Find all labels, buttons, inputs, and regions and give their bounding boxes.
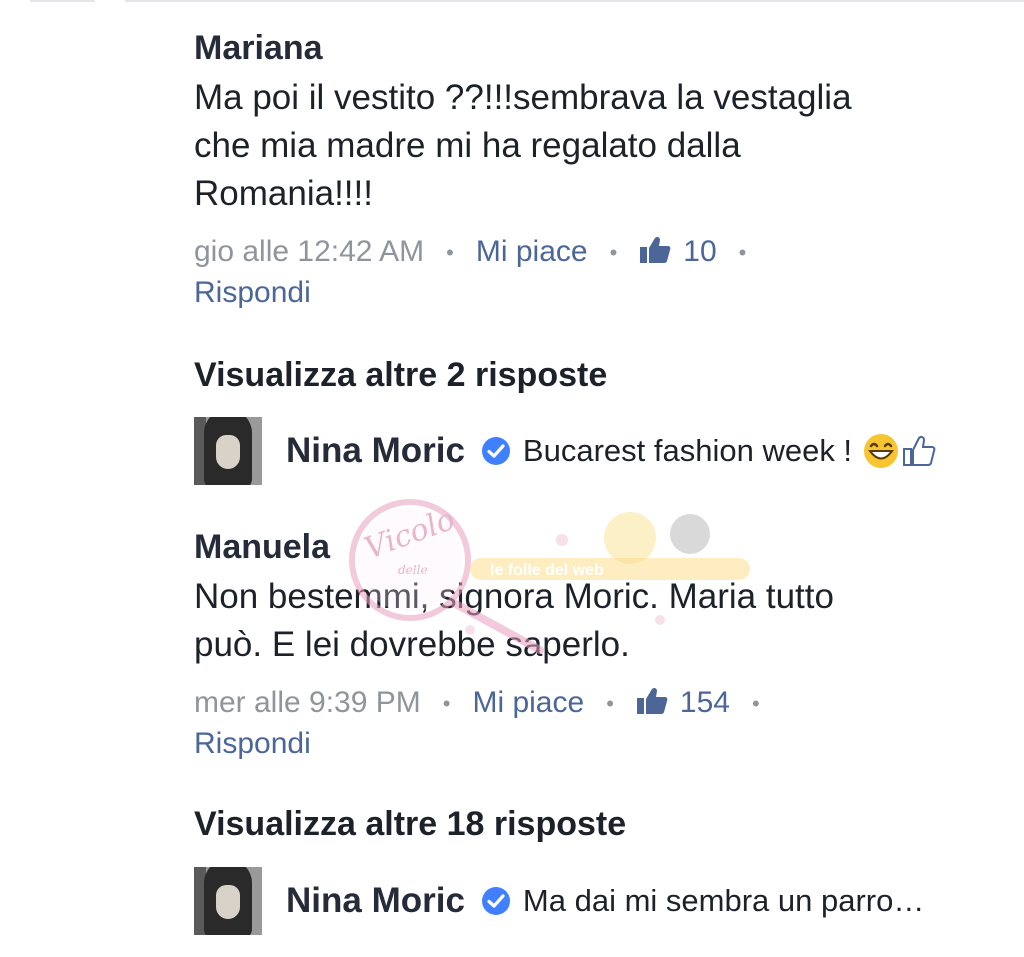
- reply-text: Ma dai mi sembra un parro…: [522, 883, 925, 918]
- view-more-replies-link[interactable]: Visualizza altre 2 risposte: [194, 355, 607, 395]
- comment-text-line: Ma poi il vestito ??!!!sembrava la vesta…: [194, 78, 852, 117]
- divider-gap: [0, 0, 30, 2]
- avatar[interactable]: [194, 867, 262, 935]
- divider-gap: [95, 0, 125, 2]
- verified-badge-icon: [481, 887, 510, 915]
- comment: Manuela Non bestemmi, signora Moric. Mar…: [194, 527, 974, 764]
- reply-button[interactable]: Rispondi: [194, 273, 974, 313]
- avatar-face: [216, 435, 240, 469]
- separator-dot: •: [442, 691, 451, 717]
- reply-author[interactable]: Nina Moric: [286, 431, 465, 471]
- thumbs-up-icon: [640, 236, 671, 263]
- comment-text-line: può. E lei dovrebbe saperlo.: [194, 625, 630, 664]
- separator-dot: •: [738, 240, 747, 266]
- top-divider: [0, 0, 1024, 2]
- thumbs-up-icon: [636, 687, 668, 714]
- like-count-link[interactable]: 10: [639, 235, 717, 268]
- comment-text-line: Non bestemmi, signora Moric. Maria tutto: [194, 577, 834, 616]
- avatar-face: [216, 885, 240, 919]
- comment-timestamp[interactable]: mer alle 9:39 PM: [194, 686, 421, 719]
- view-more-replies-link[interactable]: Visualizza altre 18 risposte: [194, 804, 626, 844]
- separator-dot: •: [606, 691, 614, 717]
- comment-timestamp[interactable]: gio alle 12:42 AM: [194, 235, 424, 268]
- comment-author[interactable]: Manuela: [194, 527, 974, 567]
- reply-preview[interactable]: Nina Moric Bucarest fashion week !: [194, 416, 936, 486]
- comment-text-line: Romania!!!!: [194, 174, 373, 213]
- like-count-link[interactable]: 154: [636, 686, 730, 719]
- like-button[interactable]: Mi piace: [476, 235, 588, 268]
- separator-dot: •: [609, 240, 618, 266]
- reply-preview[interactable]: Nina Moric Ma dai mi sembra un parro…: [194, 866, 924, 936]
- avatar[interactable]: [194, 417, 262, 485]
- comment-author[interactable]: Mariana: [194, 28, 974, 68]
- reply-text: Bucarest fashion week !: [522, 433, 853, 468]
- comment-meta: gio alle 12:42 AM • Mi piace • 10 •: [194, 232, 974, 273]
- like-count: 154: [679, 686, 730, 719]
- like-button[interactable]: Mi piace: [472, 686, 584, 719]
- reply-button[interactable]: Rispondi: [194, 724, 974, 764]
- grinning-face-icon: [864, 434, 899, 468]
- comment-text-line: che mia madre mi ha regalato dalla: [194, 126, 741, 165]
- thumbs-up-outline-icon: [903, 435, 936, 466]
- comment: Mariana Ma poi il vestito ??!!!sembrava …: [194, 28, 974, 313]
- like-count: 10: [683, 235, 717, 268]
- separator-dot: •: [751, 691, 760, 717]
- separator-dot: •: [446, 240, 454, 266]
- reply-author[interactable]: Nina Moric: [286, 881, 465, 921]
- comment-text: Non bestemmi, signora Moric. Maria tutto…: [194, 573, 974, 669]
- comment-meta: mer alle 9:39 PM • Mi piace • 154 •: [194, 683, 974, 724]
- comment-text: Ma poi il vestito ??!!!sembrava la vesta…: [194, 74, 974, 218]
- verified-badge-icon: [481, 437, 510, 465]
